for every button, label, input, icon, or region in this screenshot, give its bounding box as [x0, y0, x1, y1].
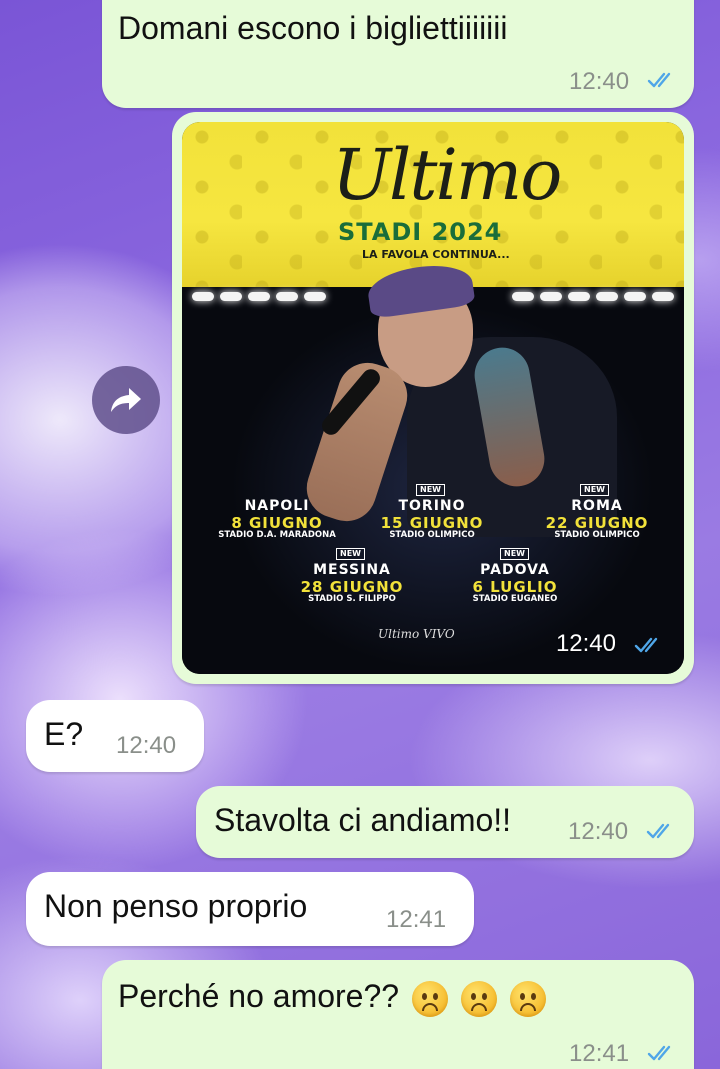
- stage-lights-left: [192, 292, 326, 301]
- date-stadium: STADIO OLIMPICO: [389, 530, 475, 540]
- poster-sponsors: Ultimo VIVO: [378, 627, 455, 641]
- message-bubble-incoming[interactable]: Non penso proprio 12:41: [26, 872, 474, 946]
- new-badge: NEW: [500, 548, 529, 560]
- message-time: 12:40: [568, 818, 629, 845]
- double-check-icon: [647, 72, 671, 88]
- message-time: 12:40: [569, 68, 630, 95]
- frowning-face-emoji: [460, 980, 497, 1017]
- message-bubble-outgoing[interactable]: Perché no amore?? 12:41: [102, 960, 694, 1069]
- stage-lights-right: [512, 292, 674, 301]
- forward-button[interactable]: [92, 366, 160, 434]
- new-badge: NEW: [416, 484, 445, 496]
- date-stadium: STADIO S. FILIPPO: [308, 594, 396, 604]
- message-bubble-outgoing[interactable]: Domani escono i bigliettiiiiiii 12:40: [102, 0, 694, 108]
- double-check-icon: [634, 637, 658, 653]
- date-stadium: STADIO EUGANEO: [472, 594, 558, 604]
- poster-title: STADI 2024: [338, 218, 503, 246]
- new-badge: NEW: [580, 484, 609, 496]
- message-text: Perché no amore??: [118, 978, 546, 1017]
- message-text-content: Perché no amore??: [118, 978, 400, 1014]
- double-check-icon: [647, 1045, 671, 1061]
- frowning-face-emoji: [411, 980, 448, 1017]
- date-city: NAPOLI: [244, 498, 310, 514]
- date-stadium: STADIO OLIMPICO: [554, 530, 640, 540]
- message-text: Stavolta ci andiamo!!: [214, 802, 512, 838]
- date-city: PADOVA: [480, 562, 550, 578]
- message-text: Non penso proprio: [44, 888, 308, 924]
- date-city: ROMA: [571, 498, 623, 514]
- date-city: TORINO: [398, 498, 466, 514]
- message-text: Domani escono i bigliettiiiiiii: [118, 10, 508, 46]
- double-check-icon: [646, 823, 670, 839]
- message-bubble-outgoing[interactable]: Stavolta ci andiamo!! 12:40: [196, 786, 694, 858]
- message-time: 12:41: [569, 1040, 630, 1067]
- poster-logo: Ultimo: [332, 134, 562, 216]
- message-text: E?: [44, 716, 84, 752]
- message-time: 12:40: [116, 732, 177, 759]
- message-bubble-incoming[interactable]: E? 12:40: [26, 700, 204, 772]
- date-stadium: STADIO D.A. MARADONA: [218, 530, 336, 540]
- forward-arrow-icon: [111, 388, 141, 412]
- new-badge: NEW: [336, 548, 365, 560]
- frowning-face-emoji: [509, 980, 546, 1017]
- date-city: MESSINA: [313, 562, 391, 578]
- message-time: 12:40: [555, 630, 616, 657]
- message-time: 12:41: [386, 906, 447, 933]
- poster-subtitle: LA FAVOLA CONTINUA...: [362, 248, 510, 261]
- concert-poster-image[interactable]: Ultimo STADI 2024 LA FAVOLA CONTINUA... …: [182, 122, 684, 674]
